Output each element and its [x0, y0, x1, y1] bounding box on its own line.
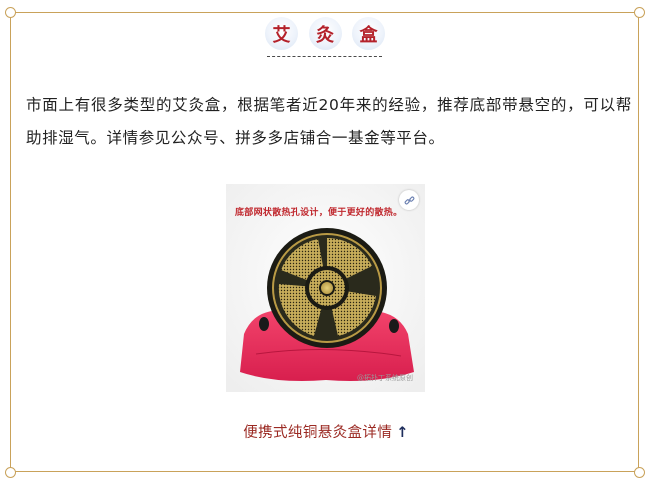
product-photo[interactable]: 底部网状散热孔设计，便于更好的散热。 @拓扑丁系统原创: [226, 184, 425, 392]
link-icon[interactable]: [399, 190, 419, 210]
photo-caption: 底部网状散热孔设计，便于更好的散热。: [235, 208, 403, 218]
photo-watermark: @拓扑丁系统原创: [357, 374, 413, 382]
title-char-1: 艾: [265, 17, 298, 50]
product-detail-link[interactable]: 便携式纯铜悬灸盒详情 ↑: [0, 421, 652, 442]
product-detail-link-text[interactable]: 便携式纯铜悬灸盒详情: [243, 425, 392, 441]
section-title: 艾 灸 盒: [265, 17, 385, 51]
arrow-up-icon: ↑: [396, 425, 409, 441]
body-paragraph: 市面上有很多类型的艾灸盒，根据笔者近20年来的经验，推荐底部带悬空的，可以帮助排…: [26, 96, 632, 147]
frame-corner-circle-icon: [5, 7, 16, 18]
frame-corner-circle-icon: [634, 7, 645, 18]
title-char-2: 灸: [308, 17, 342, 50]
frame-corner-circle-icon: [5, 467, 16, 478]
title-dashed-divider: [267, 56, 382, 57]
frame-corner-circle-icon: [634, 467, 645, 478]
title-char-3: 盒: [352, 17, 385, 50]
